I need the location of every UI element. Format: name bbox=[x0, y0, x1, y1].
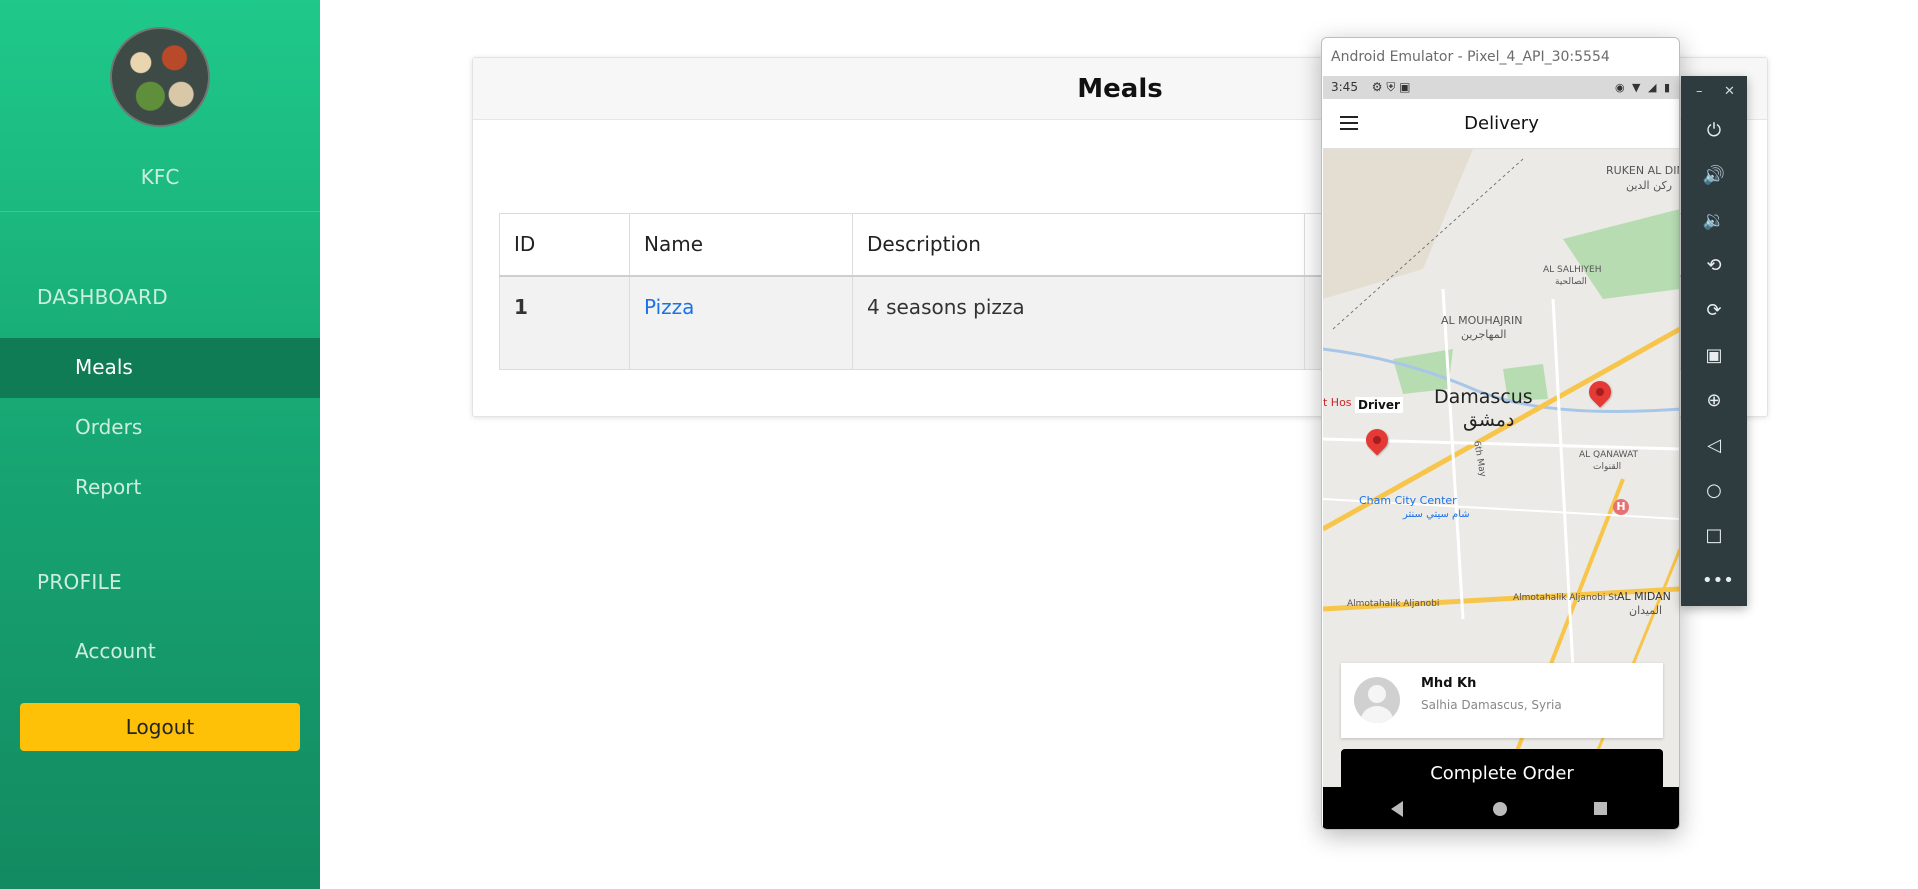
column-header-name: Name bbox=[629, 213, 853, 277]
driver-marker-label: Driver bbox=[1355, 397, 1403, 413]
driver-name: Mhd Kh bbox=[1421, 676, 1477, 691]
map-label-ruken: RUKEN AL DIN bbox=[1606, 164, 1680, 177]
close-icon[interactable]: ✕ bbox=[1724, 84, 1735, 99]
recent-apps-icon[interactable] bbox=[1594, 802, 1607, 815]
cell-name: Pizza bbox=[629, 275, 853, 370]
map-label-damascus-ar: دمشق bbox=[1463, 409, 1515, 431]
map-label-road-1: Almotahalik Aljanobi bbox=[1347, 599, 1440, 609]
column-header-id: ID bbox=[499, 213, 630, 277]
zoom-icon[interactable]: ⊕ bbox=[1702, 389, 1726, 413]
driver-avatar bbox=[1354, 677, 1400, 723]
map-label-salhiyeh: AL SALHIYEH bbox=[1543, 265, 1602, 275]
driver-info-card: Mhd Kh Salhia Damascus, Syria bbox=[1341, 663, 1663, 738]
back-button-icon[interactable]: ◁ bbox=[1702, 434, 1726, 458]
emulator-toolbar: – ✕ ⏻ 🔊 🔉 ⟲ ⟳ ▣ ⊕ ◁ ○ □ ••• bbox=[1681, 76, 1747, 606]
meal-link[interactable]: Pizza bbox=[644, 295, 694, 319]
driver-address: Salhia Damascus, Syria bbox=[1421, 698, 1562, 712]
map-label-mouhajrin-ar: المهاجرين bbox=[1461, 328, 1507, 341]
emulator-title: Android Emulator - Pixel_4_API_30:5554 bbox=[1322, 38, 1679, 76]
power-icon[interactable]: ⏻ bbox=[1702, 119, 1726, 143]
map-label-midan-ar: الميدان bbox=[1629, 604, 1662, 617]
status-time: 3:45 bbox=[1331, 80, 1358, 94]
map-label-ruken-ar: ركن الدين bbox=[1626, 179, 1673, 192]
map-label-cham-ar: شام سيتي سنتر bbox=[1403, 509, 1470, 520]
back-icon[interactable] bbox=[1391, 801, 1403, 817]
rotate-left-icon[interactable]: ⟲ bbox=[1702, 254, 1726, 278]
sidebar-item-report[interactable]: Report bbox=[0, 458, 320, 518]
sidebar-item-orders[interactable]: Orders bbox=[0, 398, 320, 458]
column-header-description: Description bbox=[852, 213, 1305, 277]
sidebar-item-account[interactable]: Account bbox=[0, 622, 320, 682]
map-label-qanawat-ar: القنوات bbox=[1593, 462, 1622, 472]
map-view[interactable]: RUKEN AL DIN ركن الدين AL SALHIYEH الصال… bbox=[1323, 149, 1680, 787]
camera-icon[interactable]: ▣ bbox=[1702, 344, 1726, 368]
map-label-qanawat: AL QANAWAT bbox=[1579, 450, 1639, 460]
hospital-marker-icon: H bbox=[1613, 499, 1629, 515]
overview-icon[interactable]: □ bbox=[1702, 524, 1726, 548]
emulator-window: Android Emulator - Pixel_4_API_30:5554 3… bbox=[1321, 37, 1680, 830]
status-settings-icon: ⚙ ⛨ ▣ bbox=[1371, 80, 1411, 94]
app-title: Delivery bbox=[1464, 113, 1539, 134]
rotate-right-icon[interactable]: ⟳ bbox=[1702, 299, 1726, 323]
restaurant-avatar bbox=[110, 27, 210, 127]
home-icon[interactable] bbox=[1493, 802, 1507, 816]
app-bar: Delivery bbox=[1323, 99, 1679, 149]
sidebar: KFC DASHBOARD Meals Orders Report PROFIL… bbox=[0, 0, 320, 889]
map-label-hospital: t Hos bbox=[1323, 396, 1352, 409]
map-label-midan: AL MIDAN bbox=[1617, 590, 1671, 603]
logout-button[interactable]: Logout bbox=[20, 703, 300, 751]
map-label-damascus: Damascus bbox=[1434, 386, 1533, 408]
volume-down-icon[interactable]: 🔉 bbox=[1702, 209, 1726, 233]
map-label-road-2: Almotahalik Aljanobi St bbox=[1513, 593, 1618, 603]
volume-up-icon[interactable]: 🔊 bbox=[1702, 164, 1726, 188]
minimize-icon[interactable]: – bbox=[1696, 84, 1703, 99]
cell-id: 1 bbox=[499, 275, 630, 370]
more-icon[interactable]: ••• bbox=[1702, 569, 1734, 593]
section-dashboard: DASHBOARD bbox=[37, 285, 168, 309]
sidebar-divider bbox=[0, 211, 320, 212]
restaurant-name: KFC bbox=[140, 165, 180, 189]
map-label-cham: Cham City Center bbox=[1359, 494, 1457, 507]
cell-description: 4 seasons pizza bbox=[852, 275, 1305, 370]
complete-order-button[interactable]: Complete Order bbox=[1341, 749, 1663, 787]
section-profile: PROFILE bbox=[37, 570, 122, 594]
sidebar-item-meals[interactable]: Meals bbox=[0, 338, 320, 398]
home-button-icon[interactable]: ○ bbox=[1702, 479, 1726, 503]
status-signal-icons: ◉ ▼ ◢ ▮ bbox=[1614, 81, 1672, 94]
phone-status-bar: 3:45 ⚙ ⛨ ▣ ◉ ▼ ◢ ▮ bbox=[1323, 76, 1679, 99]
map-label-mouhajrin: AL MOUHAJRIN bbox=[1441, 314, 1523, 327]
phone-navigation-bar bbox=[1323, 787, 1679, 829]
map-label-salhiyeh-ar: الصالحية bbox=[1555, 277, 1587, 287]
